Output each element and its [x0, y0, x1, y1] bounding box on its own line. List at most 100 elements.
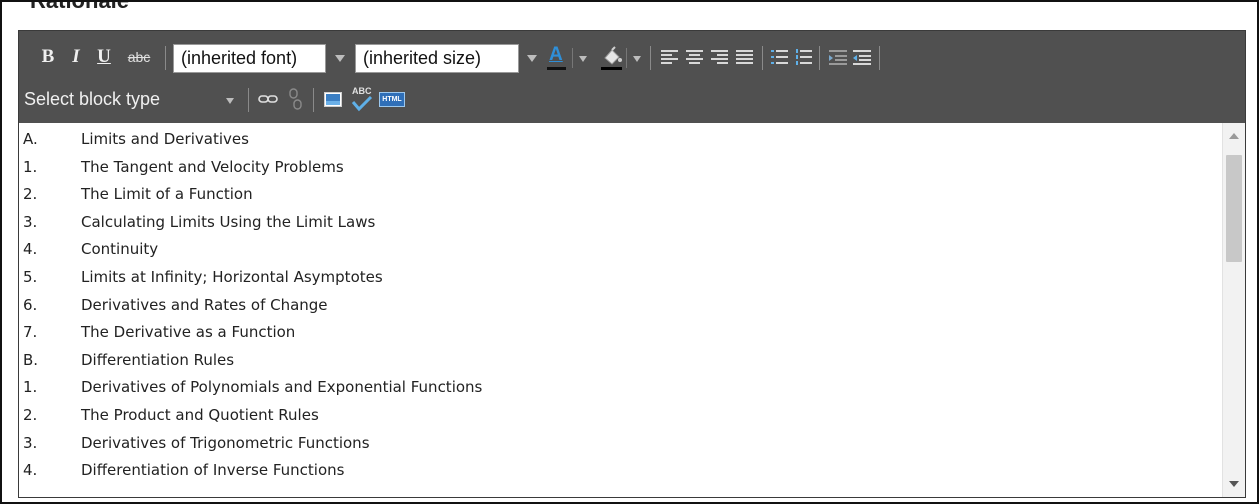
align-left-icon[interactable]	[661, 49, 678, 65]
line-text: Continuity	[81, 240, 159, 259]
content-line: 1. Derivatives of Polynomials and Exponen…	[23, 375, 482, 399]
font-family-dropdown-arrow[interactable]	[329, 45, 351, 72]
line-text: The Limit of a Function	[81, 185, 253, 204]
insert-link-button[interactable]	[256, 86, 280, 112]
toolbar-separator	[819, 46, 820, 70]
rationale-panel: Rationale B I U abc (inherited font) (in…	[0, 0, 1259, 504]
section-heading: Rationale	[30, 0, 130, 13]
content-line: 3. Calculating Limits Using the Limit Law…	[23, 210, 375, 234]
font-family-select[interactable]: (inherited font)	[173, 44, 326, 73]
font-color-icon: A	[549, 44, 563, 65]
line-text: The Product and Quotient Rules	[81, 406, 319, 424]
toolbar-separator	[248, 88, 249, 112]
editor-toolbar: B I U abc (inherited font) (inherited si…	[19, 31, 1245, 123]
line-number: 4.	[23, 240, 38, 259]
toolbar-separator	[313, 88, 314, 112]
block-type-select[interactable]: Select block type	[20, 83, 245, 116]
italic-button[interactable]: I	[65, 44, 87, 70]
block-type-dropdown-arrow[interactable]	[219, 87, 241, 114]
scroll-thumb[interactable]	[1226, 155, 1242, 262]
font-size-select[interactable]: (inherited size)	[355, 44, 519, 73]
line-number: 1.	[23, 157, 38, 176]
toolbar-separator	[650, 46, 651, 70]
line-text: Limits at Infinity; Horizontal Asymptote…	[81, 268, 383, 286]
toolbar-separator	[879, 46, 880, 70]
line-number: 7.	[23, 323, 38, 342]
indent-icon[interactable]	[829, 48, 847, 66]
align-justify-icon[interactable]	[736, 49, 753, 65]
toolbar-row-formatting: B I U abc (inherited font) (inherited si…	[19, 40, 1245, 76]
content-line: 2. The Product and Quotient Rules	[23, 403, 319, 427]
underline-button[interactable]: U	[93, 44, 115, 70]
link-icon	[258, 95, 278, 103]
toolbar-separator	[626, 48, 627, 68]
chevron-down-icon	[633, 55, 641, 62]
line-text: Calculating Limits Using the Limit Laws	[81, 212, 376, 231]
content-line: 4. Differentiation of Inverse Functions	[23, 458, 344, 482]
line-text: Derivatives and Rates of Change	[81, 295, 328, 314]
scroll-up-arrow[interactable]	[1229, 133, 1239, 139]
font-color-button[interactable]: A	[545, 44, 567, 74]
vertical-scrollbar[interactable]	[1222, 123, 1245, 497]
content-line: A. Limits and Derivatives	[23, 127, 249, 151]
line-number: 3.	[23, 212, 38, 231]
image-icon	[324, 91, 342, 107]
strikethrough-button[interactable]: abc	[119, 44, 159, 70]
html-icon: HTML	[379, 91, 405, 107]
unlink-icon	[289, 88, 302, 110]
content-line: 7. The Derivative as a Function	[23, 320, 295, 344]
line-text: Differentiation Rules	[81, 350, 235, 369]
line-number: 5.	[23, 268, 38, 286]
content-line: 6. Derivatives and Rates of Change	[23, 293, 328, 317]
outdent-icon[interactable]	[853, 48, 871, 66]
toolbar-separator	[762, 46, 763, 70]
font-color-dropdown-arrow[interactable]	[574, 45, 592, 72]
bullet-list-icon[interactable]	[771, 48, 788, 66]
toolbar-separator	[165, 46, 166, 70]
chevron-down-icon	[226, 97, 234, 104]
highlight-color-dropdown-arrow[interactable]	[628, 45, 646, 72]
font-size-dropdown-arrow[interactable]	[521, 45, 543, 72]
font-color-swatch	[547, 67, 566, 70]
toolbar-separator	[572, 48, 573, 68]
align-center-icon[interactable]	[686, 49, 703, 65]
spellcheck-icon: ABC	[349, 86, 375, 112]
align-right-icon[interactable]	[711, 49, 728, 65]
scroll-down-arrow[interactable]	[1229, 481, 1239, 487]
line-number: A.	[23, 130, 38, 148]
numbered-list-icon[interactable]	[795, 48, 812, 66]
line-number: 2.	[23, 185, 38, 204]
highlight-color-button[interactable]	[599, 44, 625, 74]
unlink-button[interactable]	[283, 86, 307, 112]
line-number: 2.	[23, 406, 38, 424]
line-number: B.	[23, 350, 39, 369]
spellcheck-button[interactable]: ABC	[349, 86, 375, 112]
content-line: 2. The Limit of a Function	[23, 182, 253, 206]
editor-content-area[interactable]: A. Limits and Derivatives 1. The Tangent an…	[19, 123, 1222, 497]
chevron-down-icon	[335, 55, 345, 62]
toolbar-row-insert: Select block type ABC HTML	[19, 82, 1245, 118]
rich-text-editor: B I U abc (inherited font) (inherited si…	[18, 30, 1246, 498]
line-text: Derivatives of Trigonometric Functions	[81, 433, 370, 452]
bold-button[interactable]: B	[37, 44, 59, 70]
chevron-down-icon	[527, 55, 537, 62]
line-number: 3.	[23, 433, 38, 452]
line-text: Differentiation of Inverse Functions	[81, 461, 345, 480]
checkmark-icon	[351, 95, 373, 112]
content-line: B. Differentiation Rules	[23, 348, 234, 372]
line-text: Limits and Derivatives	[81, 130, 249, 148]
line-number: 6.	[23, 295, 38, 314]
line-number: 1.	[23, 378, 38, 397]
html-source-button[interactable]: HTML	[379, 86, 405, 112]
line-text: Derivatives of Polynomials and Exponenti…	[81, 378, 483, 397]
line-text: The Tangent and Velocity Problems	[81, 157, 344, 176]
chevron-down-icon	[579, 55, 587, 62]
content-line: 4. Continuity	[23, 237, 158, 261]
content-line: 3. Derivatives of Trigonometric Functions	[23, 431, 370, 455]
line-text: The Derivative as a Function	[81, 323, 296, 342]
content-line: 5. Limits at Infinity; Horizontal Asympto…	[23, 265, 383, 289]
content-line: 1. The Tangent and Velocity Problems	[23, 155, 344, 179]
insert-image-button[interactable]	[321, 86, 345, 112]
line-number: 4.	[23, 461, 38, 480]
paint-bucket-icon	[601, 46, 622, 70]
